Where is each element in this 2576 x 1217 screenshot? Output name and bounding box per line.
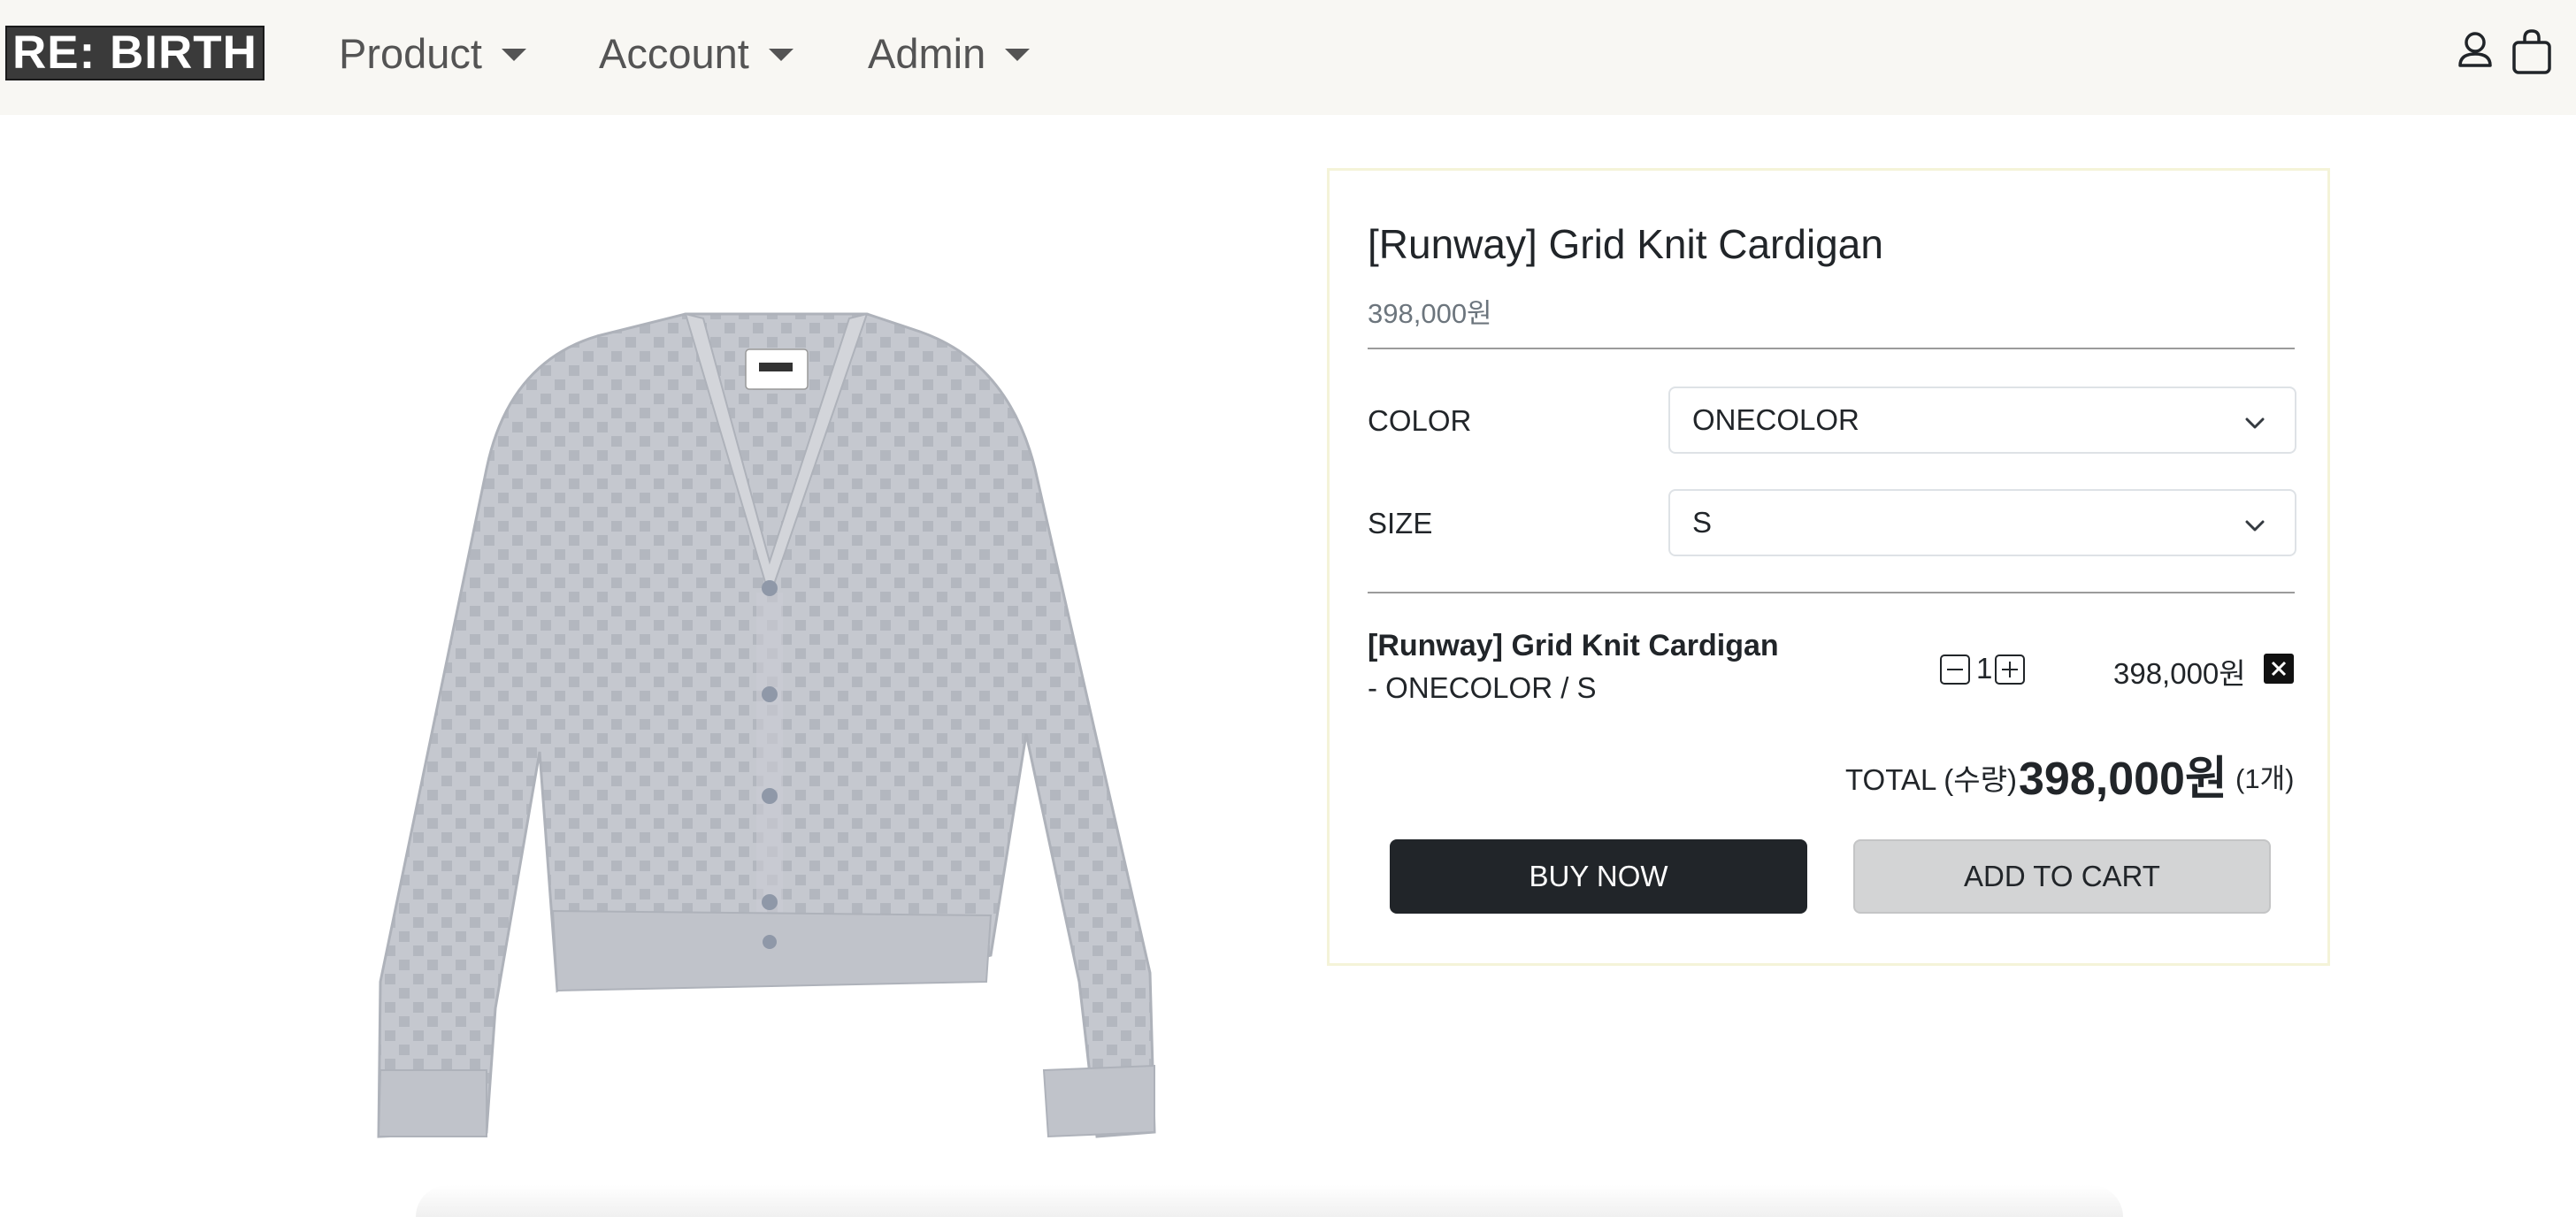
size-select[interactable]: S [1668,489,2296,556]
nav-product-dropdown[interactable]: Product [339,27,526,80]
selected-item-variant: - ONECOLOR / S [1368,671,1597,704]
remove-item-button[interactable] [2264,654,2294,684]
navbar: RE: BIRTH Product Account Admin [0,0,2576,115]
divider [1368,592,2295,593]
total-label: TOTAL (수량) [1845,763,2017,796]
chevron-down-icon [2245,417,2265,429]
size-select-value: S [1692,506,1713,539]
brand-logo[interactable]: RE: BIRTH [5,26,264,80]
shopping-bag-icon[interactable] [2505,25,2558,78]
divider [1368,348,2295,349]
total-price: 398,000원 [2019,754,2227,805]
caret-down-icon [501,49,526,61]
chevron-down-icon [2245,520,2265,532]
buy-now-button[interactable]: BUY NOW [1390,839,1807,914]
product-info-panel: [Runway] Grid Knit Cardigan 398,000원 COL… [1327,168,2330,966]
color-label: COLOR [1368,404,1472,437]
quantity-increase-button[interactable] [1995,654,2025,685]
footer-shadow [416,1185,2123,1217]
selected-item-name: [Runway] Grid Knit Cardigan [1368,629,1779,662]
quantity-value: 1 [1976,652,1993,685]
user-icon[interactable] [2449,25,2502,78]
size-label: SIZE [1368,507,1433,540]
selected-item-price: 398,000원 [2113,657,2246,690]
quantity-decrease-button[interactable] [1940,654,1970,685]
nav-account-label: Account [599,29,749,77]
nav-account-dropdown[interactable]: Account [599,27,794,80]
color-select[interactable]: ONECOLOR [1668,387,2296,454]
product-image [354,292,1185,1159]
nav-product-label: Product [339,29,482,77]
caret-down-icon [768,49,794,61]
product-title: [Runway] Grid Knit Cardigan [1368,221,1883,267]
add-to-cart-button[interactable]: ADD TO CART [1853,839,2271,914]
total-count: (1개) [2235,763,2295,794]
close-icon [2271,661,2287,677]
nav-admin-dropdown[interactable]: Admin [868,27,1031,80]
color-select-value: ONECOLOR [1692,403,1859,436]
product-price: 398,000원 [1368,298,1492,329]
nav-admin-label: Admin [868,29,986,77]
caret-down-icon [1005,49,1031,61]
